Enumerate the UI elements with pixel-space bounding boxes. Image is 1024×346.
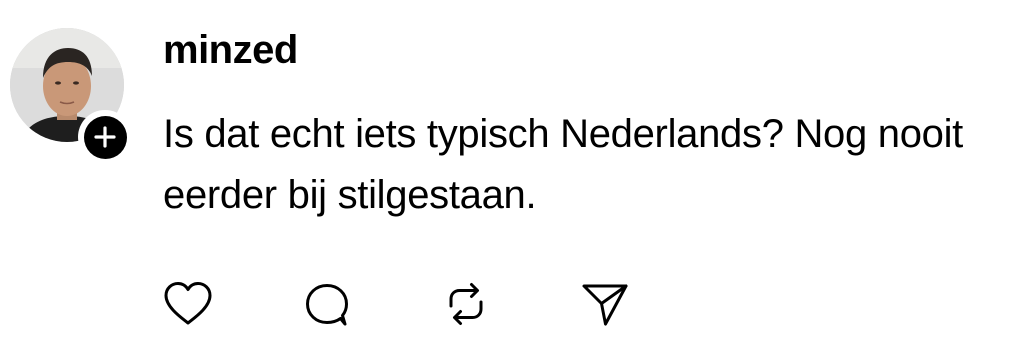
heart-icon xyxy=(164,282,212,325)
repost-button[interactable] xyxy=(438,276,494,332)
avatar-container xyxy=(10,28,132,164)
repost-icon xyxy=(449,283,483,325)
share-icon xyxy=(582,284,628,326)
comment-button[interactable] xyxy=(299,276,355,332)
follow-badge-circle xyxy=(83,115,127,159)
comment-icon xyxy=(306,284,348,326)
follow-button[interactable] xyxy=(78,110,132,164)
like-button[interactable] xyxy=(160,276,216,332)
thread-post: minzed Is dat echt iets typisch Nederlan… xyxy=(0,0,1024,346)
action-bar xyxy=(160,276,633,332)
plus-icon xyxy=(94,126,116,148)
post-text: Is dat echt iets typisch Nederlands? Nog… xyxy=(163,112,963,217)
share-button[interactable] xyxy=(577,276,633,332)
username[interactable]: minzed xyxy=(163,26,298,74)
